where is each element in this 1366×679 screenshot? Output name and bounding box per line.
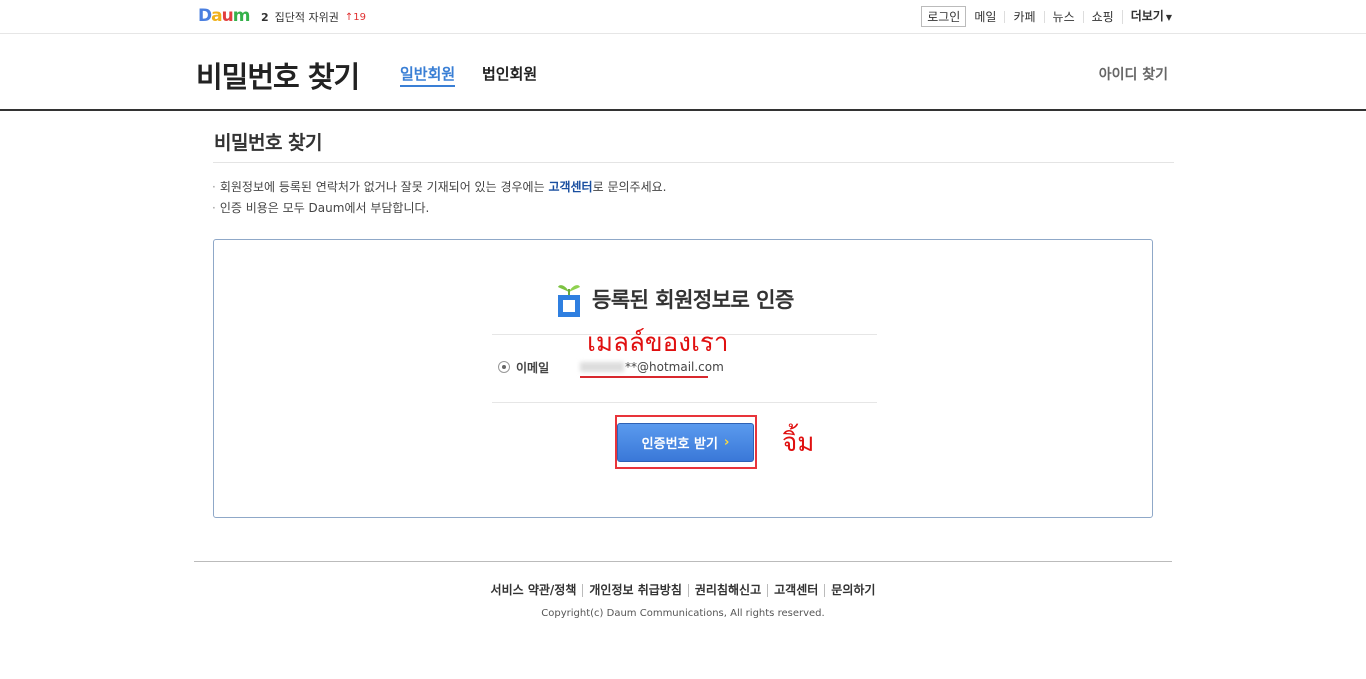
tab-personal-member[interactable]: 일반회원 [400,63,456,87]
footer-divider [194,561,1172,562]
global-nav: 로그인 메일 카페 뉴스 쇼핑 더보기 ▼ [921,6,1172,27]
notice-text: 인증 비용은 모두 Daum에서 부담합니다. [219,201,430,215]
nav-news[interactable]: 뉴스 [1043,10,1083,23]
keyword-text[interactable]: 집단적 자위권 [275,9,339,25]
page-header: 비밀번호 찾기 일반회원 법인회원 아이디 찾기 [0,34,1366,111]
email-value: **@hotmail.com [580,360,724,374]
notice-list: · 회원정보에 등록된 연락처가 없거나 잘못 기재되어 있는 경우에는 고객센터… [212,177,666,219]
notice-text: 로 문의주세요. [592,180,667,194]
logo-letter: u [221,6,234,26]
footer-links: 서비스 약관/정책 개인정보 취급방침 권리침해신고 고객센터 문의하기 [0,584,1366,597]
email-value-text: **@hotmail.com [625,360,724,374]
bullet-icon: · [212,180,216,194]
daum-logo[interactable]: D a u m [198,6,251,26]
auth-title: 등록된 회원정보로 인증 [556,281,794,317]
get-verification-code-button[interactable]: 인증번호 받기 › [617,423,754,462]
logo-letter: D [198,6,212,26]
footer-link-terms[interactable]: 서비스 약관/정책 [485,584,583,597]
email-label: 이메일 [516,361,550,375]
notice-item: · 인증 비용은 모두 Daum에서 부담합니다. [212,198,666,219]
button-label: 인증번호 받기 [641,437,718,452]
keyword-rank: 2 [261,10,269,24]
email-underline-annotation [580,376,708,378]
nav-cafe[interactable]: 카페 [1004,10,1043,23]
nav-mail[interactable]: 메일 [966,11,1004,23]
email-radio[interactable] [498,361,510,373]
annotation-mail: เมลล์ของเรา [587,328,729,358]
sprout-box-icon [558,285,580,317]
chevron-right-icon: › [723,435,730,450]
footer-link-privacy[interactable]: 개인정보 취급방침 [582,584,688,597]
logo-letter: m [232,6,251,26]
auth-title-text: 등록된 회원정보로 인증 [592,288,794,312]
nav-shopping[interactable]: 쇼핑 [1082,10,1122,23]
logo-letter: a [211,6,223,26]
nav-more-label: 더보기 [1130,8,1164,23]
footer-link-report[interactable]: 권리침해신고 [687,584,767,597]
rank-change: ↑19 [345,12,366,23]
notice-text: 회원정보에 등록된 연락처가 없거나 잘못 기재되어 있는 경우에는 [219,180,549,194]
realtime-keyword[interactable]: 2 집단적 자위권 ↑19 [261,9,366,25]
copyright: Copyright(c) Daum Communications, All ri… [541,608,825,619]
login-button[interactable]: 로그인 [921,6,967,27]
rank-change-value: 19 [353,11,366,23]
top-bar: D a u m 2 집단적 자위권 ↑19 로그인 메일 카페 뉴스 쇼핑 더보… [0,0,1366,34]
page-title: 비밀번호 찾기 [196,60,360,94]
bullet-icon: · [212,201,216,215]
footer-link-inquiry[interactable]: 문의하기 [824,584,881,597]
section-title: 비밀번호 찾기 [214,132,323,154]
tab-corporate-member[interactable]: 법인회원 [482,63,537,84]
up-arrow-icon: ↑ [344,11,354,23]
footer-link-customer-center[interactable]: 고객센터 [767,584,824,597]
notice-item: · 회원정보에 등록된 연락처가 없거나 잘못 기재되어 있는 경우에는 고객센터… [212,177,666,198]
caret-down-icon: ▼ [1165,12,1172,22]
blurred-email-prefix [580,362,624,372]
divider [492,402,877,403]
annotation-click: จิ้ม [782,428,815,458]
divider [213,162,1174,163]
nav-more[interactable]: 더보기 ▼ [1121,8,1172,24]
customer-center-link[interactable]: 고객센터 [548,180,592,194]
find-id-link[interactable]: 아이디 찾기 [1099,64,1168,84]
